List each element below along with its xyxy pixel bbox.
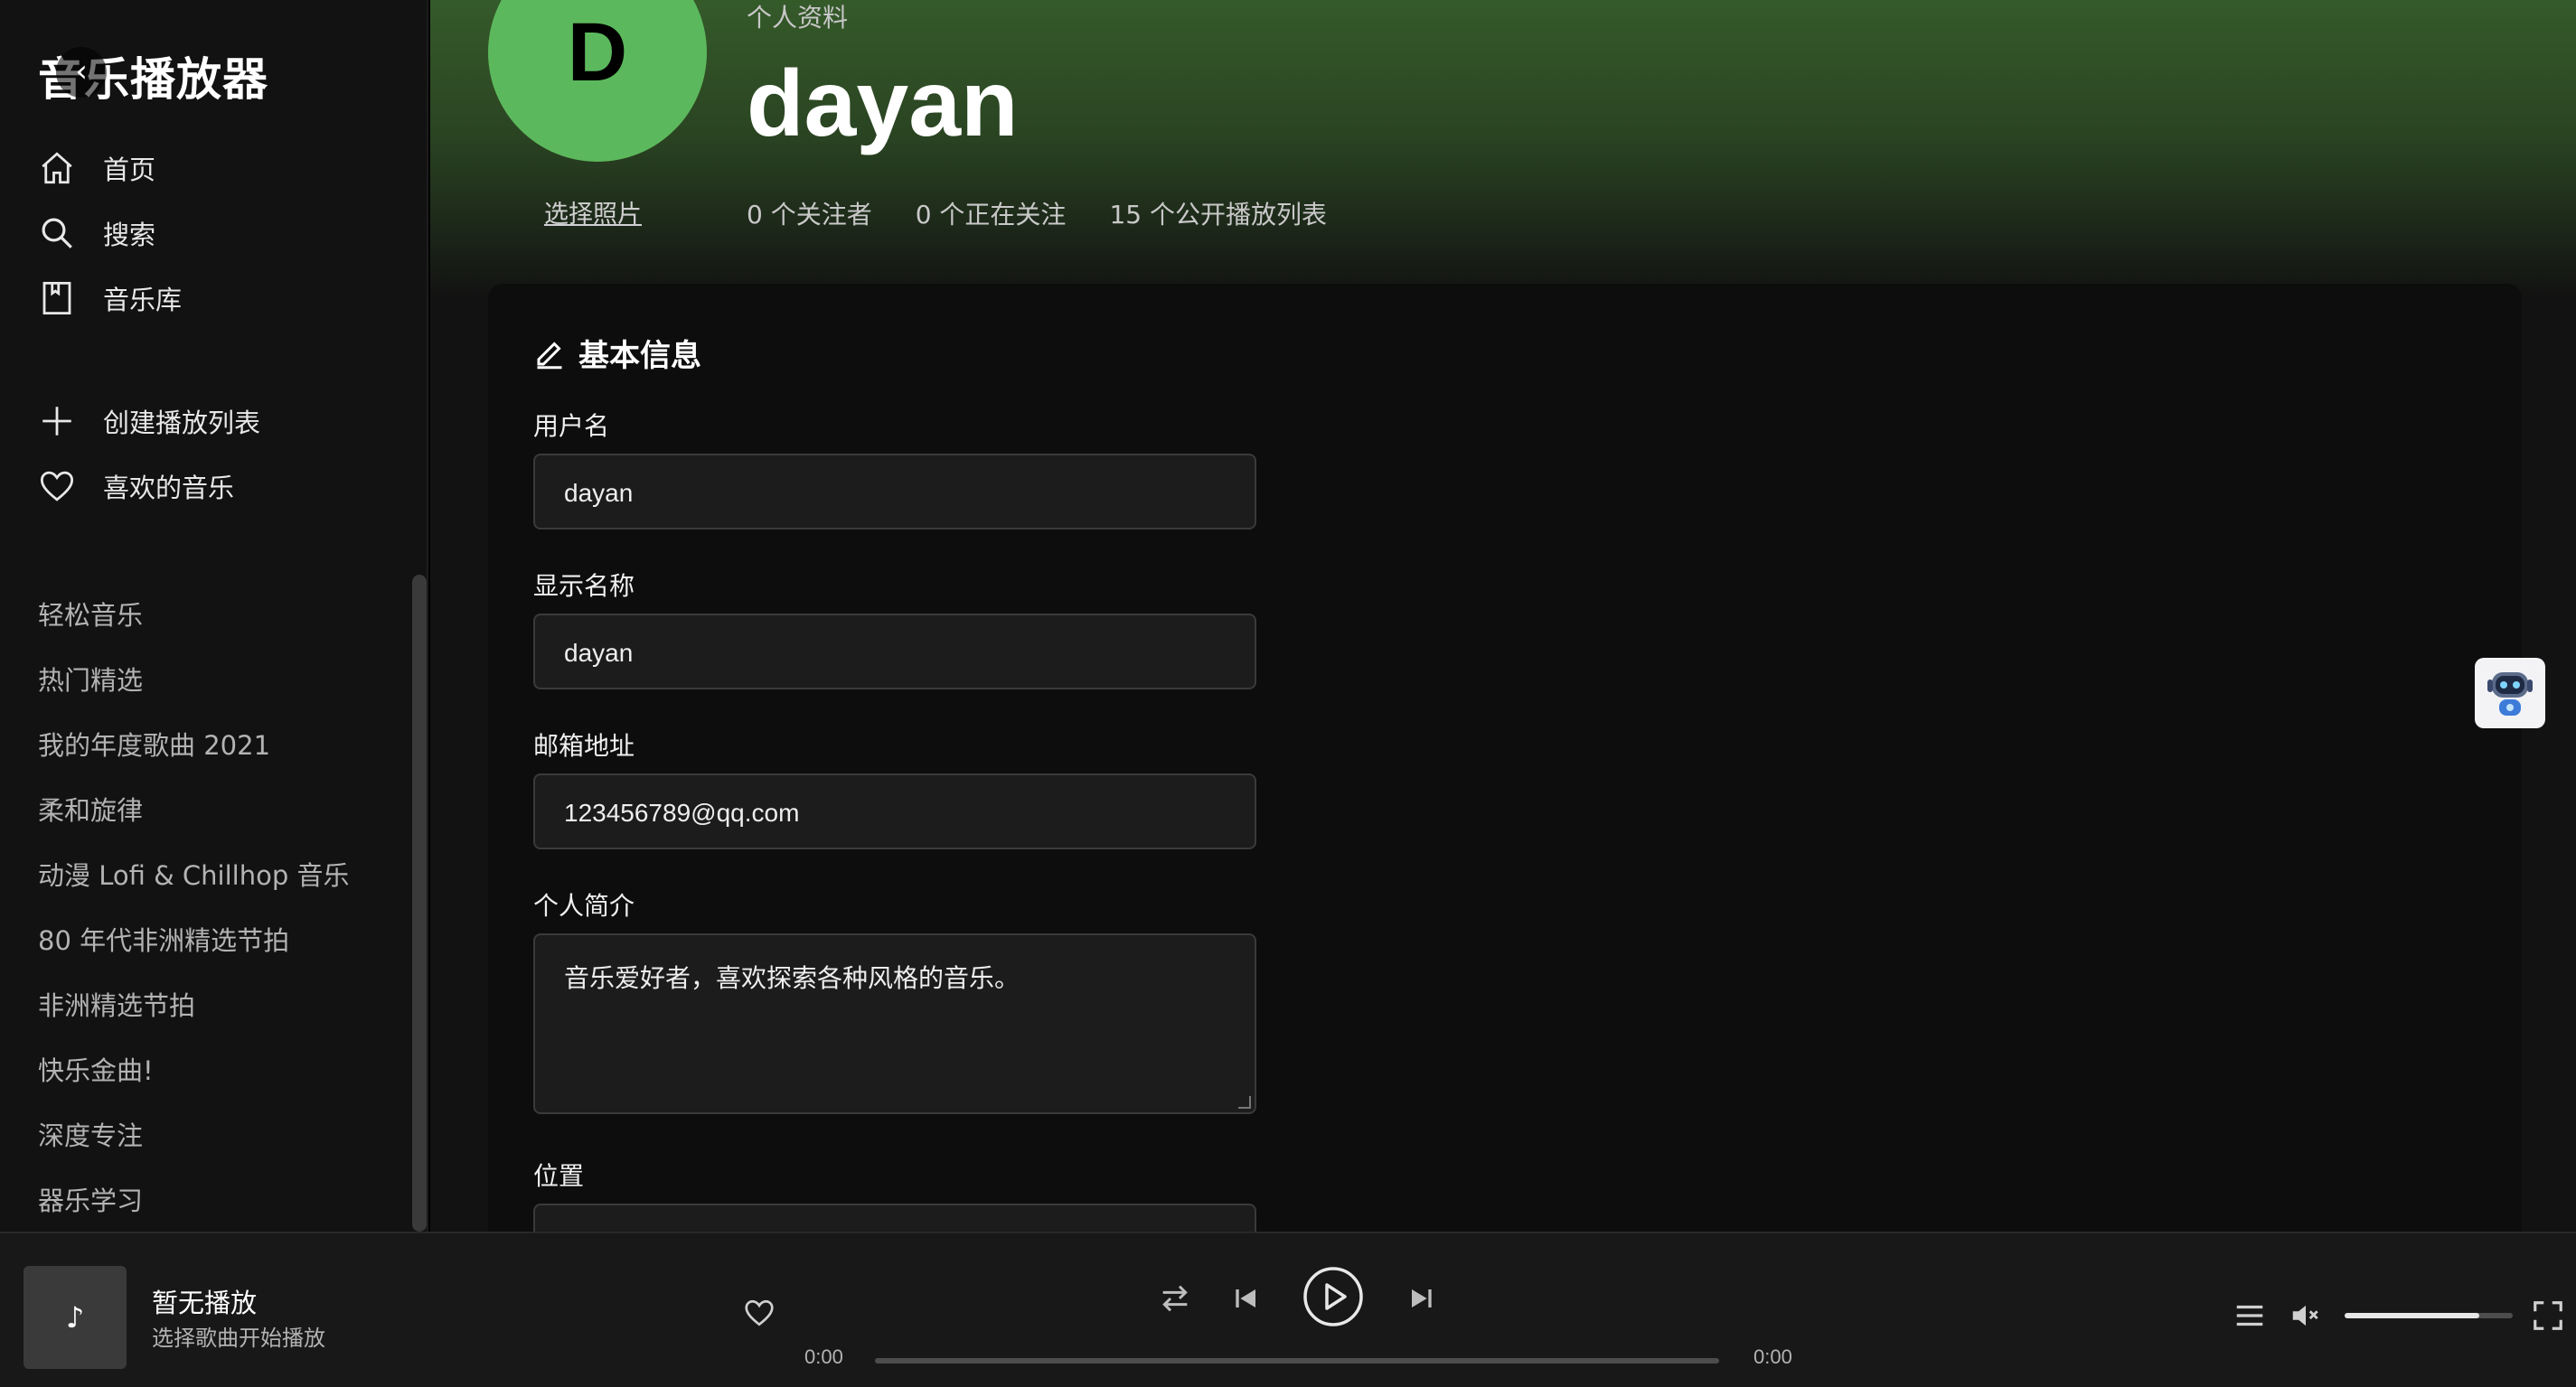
nav-home-label: 首页 bbox=[103, 155, 156, 185]
sidebar-scrollbar[interactable] bbox=[412, 575, 427, 1232]
display-name-value: dayan bbox=[564, 639, 634, 667]
display-name-input[interactable]: dayan bbox=[533, 614, 1256, 689]
playlist-item[interactable]: 快乐金曲! bbox=[38, 1050, 154, 1088]
username-value: dayan bbox=[564, 479, 634, 507]
username-label: 用户名 bbox=[533, 411, 610, 441]
track-title: 暂无播放 bbox=[152, 1288, 258, 1318]
playlist-item[interactable]: 动漫 Lofi & Chillhop 音乐 bbox=[38, 855, 349, 893]
main-content: D 选择照片 个人资料 dayan 0 个关注者 0 个正在关注 15 个公开播… bbox=[430, 0, 2576, 1232]
edit-icon bbox=[537, 341, 562, 369]
album-cover: ♪ bbox=[24, 1266, 127, 1369]
bio-value: 音乐爱好者，喜欢探索各种风格的音乐。 bbox=[564, 963, 1020, 993]
playlist-item[interactable]: 器乐学习 bbox=[38, 1180, 143, 1218]
bio-textarea[interactable]: 音乐爱好者，喜欢探索各种风格的音乐。 bbox=[533, 933, 1256, 1114]
choose-photo-link[interactable]: 选择照片 bbox=[544, 194, 642, 230]
fullscreen-icon[interactable] bbox=[2531, 1298, 2565, 1333]
volume-fill bbox=[2345, 1313, 2479, 1318]
nav-home[interactable]: 首页 bbox=[38, 145, 155, 191]
robot-assistant-icon bbox=[2487, 672, 2533, 716]
liked-music-label: 喜欢的音乐 bbox=[103, 473, 235, 503]
queue-icon[interactable] bbox=[2233, 1298, 2267, 1333]
assistant-button[interactable] bbox=[2475, 658, 2545, 728]
location-label: 位置 bbox=[533, 1161, 585, 1191]
library-icon bbox=[42, 281, 71, 315]
play-icon[interactable] bbox=[1302, 1266, 1364, 1327]
nav-library-label: 音乐库 bbox=[103, 285, 183, 315]
email-value: 123456789@qq.com bbox=[564, 799, 800, 827]
nav-library[interactable]: 音乐库 bbox=[38, 276, 182, 321]
liked-music-button[interactable]: 喜欢的音乐 bbox=[38, 464, 234, 509]
time-current: 0:00 bbox=[804, 1345, 843, 1368]
username-input[interactable]: dayan bbox=[533, 454, 1256, 529]
playlist-item[interactable]: 深度专注 bbox=[38, 1115, 143, 1153]
email-input[interactable]: 123456789@qq.com bbox=[533, 773, 1256, 849]
plus-icon bbox=[42, 407, 71, 436]
playlist-item[interactable]: 我的年度歌曲 2021 bbox=[38, 725, 270, 763]
shuffle-icon[interactable] bbox=[1157, 1280, 1193, 1317]
playlist-item[interactable]: 柔和旋律 bbox=[38, 790, 143, 828]
email-label: 邮箱地址 bbox=[533, 731, 635, 761]
bio-label: 个人简介 bbox=[533, 891, 635, 921]
sidebar: 音乐播放器 ‹ 首页 搜索 音乐库 创建播放列表 喜欢的音乐 轻松音乐 热门精选… bbox=[0, 0, 428, 1232]
home-icon bbox=[42, 152, 72, 184]
playlist-item[interactable]: 80 年代非洲精选节拍 bbox=[38, 920, 289, 958]
previous-icon[interactable] bbox=[1228, 1280, 1264, 1317]
back-button[interactable]: ‹ bbox=[56, 47, 107, 98]
profile-name: dayan bbox=[747, 52, 1019, 156]
next-icon[interactable] bbox=[1403, 1280, 1439, 1317]
location-input[interactable] bbox=[533, 1204, 1256, 1232]
resize-handle[interactable] bbox=[1238, 1096, 1251, 1109]
basic-info-card: 基本信息 用户名 dayan 显示名称 dayan 邮箱地址 123456789… bbox=[488, 284, 2522, 1232]
search-icon bbox=[42, 218, 72, 248]
following-count[interactable]: 0 个正在关注 bbox=[916, 195, 1067, 231]
display-name-label: 显示名称 bbox=[533, 571, 635, 601]
create-playlist-button[interactable]: 创建播放列表 bbox=[38, 398, 260, 444]
track-subtitle: 选择歌曲开始播放 bbox=[152, 1326, 325, 1351]
progress-bar[interactable] bbox=[875, 1358, 1719, 1364]
profile-type-label: 个人资料 bbox=[747, 3, 849, 33]
player-bar: ♪ 暂无播放 选择歌曲开始播放 0:00 0:00 bbox=[0, 1232, 2576, 1387]
volume-icon[interactable] bbox=[2289, 1298, 2323, 1333]
create-playlist-label: 创建播放列表 bbox=[103, 408, 261, 438]
playlist-item[interactable]: 非洲精选节拍 bbox=[38, 985, 195, 1023]
followers-count[interactable]: 0 个关注者 bbox=[747, 195, 872, 231]
volume-slider[interactable] bbox=[2345, 1313, 2513, 1318]
time-total: 0:00 bbox=[1753, 1345, 1792, 1368]
nav-search[interactable]: 搜索 bbox=[38, 211, 155, 256]
section-title-text: 基本信息 bbox=[578, 338, 701, 374]
heart-icon bbox=[40, 471, 74, 501]
public-playlists-count[interactable]: 15 个公开播放列表 bbox=[1109, 195, 1327, 231]
playlist-item[interactable]: 热门精选 bbox=[38, 660, 143, 698]
like-button[interactable] bbox=[743, 1297, 776, 1329]
nav-search-label: 搜索 bbox=[103, 220, 156, 250]
playlist-item[interactable]: 轻松音乐 bbox=[38, 595, 143, 633]
profile-stats: 0 个关注者 0 个正在关注 15 个公开播放列表 bbox=[747, 195, 1327, 231]
section-title: 基本信息 bbox=[533, 331, 701, 375]
